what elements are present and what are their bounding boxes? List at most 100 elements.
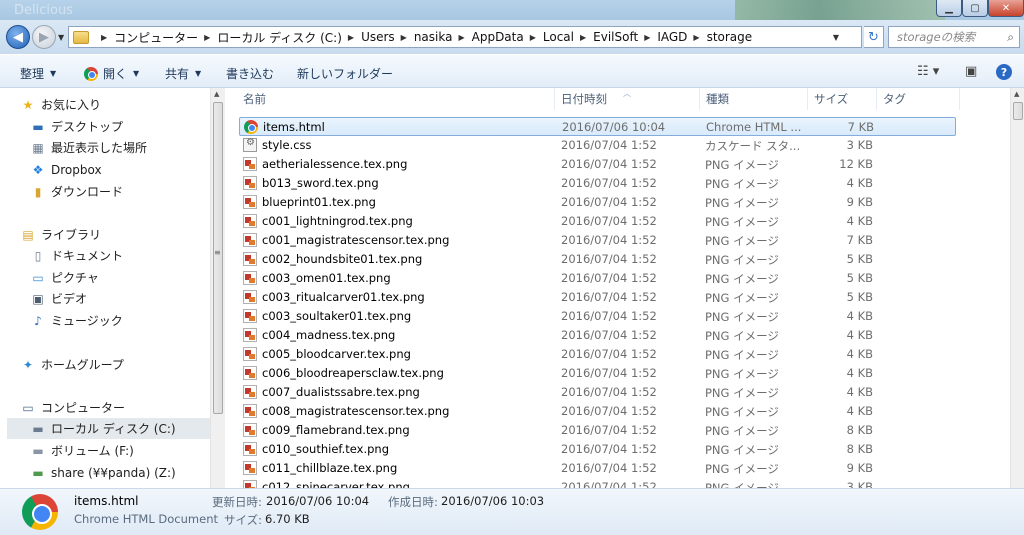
refresh-icon[interactable]: ↻ xyxy=(864,26,884,48)
open-button[interactable]: 開く ▼ xyxy=(84,65,139,82)
organize-button[interactable]: 整理 ▼ xyxy=(20,65,56,82)
nav-pictures[interactable]: ▭ ピクチャ xyxy=(30,267,210,288)
nav-share-z[interactable]: ▬ share (¥¥panda) (Z:) xyxy=(30,462,210,483)
burn-button[interactable]: 書き込む xyxy=(226,65,274,82)
details-created-value: 2016/07/06 10:03 xyxy=(441,494,545,508)
file-row[interactable]: c003_soultaker01.tex.png 2016/07/04 1:52 P… xyxy=(239,307,956,326)
file-row[interactable]: c003_omen01.tex.png 2016/07/04 1:52 PNG イメ… xyxy=(239,269,956,288)
file-type: PNG イメージ xyxy=(705,443,779,457)
file-row[interactable]: c010_southief.tex.png 2016/07/04 1:52 PNG … xyxy=(239,440,956,459)
png-file-icon xyxy=(243,214,257,228)
nav-music[interactable]: ♪ ミュージック xyxy=(30,310,210,331)
music-icon: ♪ xyxy=(34,313,42,328)
file-row[interactable]: c006_bloodreapersclaw.tex.png 2016/07/04 … xyxy=(239,364,956,383)
file-date: 2016/07/04 1:52 xyxy=(561,366,657,380)
nav-favorites[interactable]: ★ お気に入り xyxy=(20,94,210,115)
breadcrumb-appdata[interactable]: AppData ▶ xyxy=(472,30,543,44)
file-row[interactable]: c008_magistratescensor.tex.png 2016/07/04… xyxy=(239,402,956,421)
file-list-scroll-thumb[interactable] xyxy=(1013,102,1023,120)
back-button[interactable]: ◀ xyxy=(6,25,30,49)
share-button[interactable]: 共有 ▼ xyxy=(165,65,201,82)
nav-scroll-thumb[interactable] xyxy=(213,102,223,414)
minimize-button[interactable]: ▁ xyxy=(936,0,962,17)
file-row[interactable]: c003_ritualcarver01.tex.png 2016/07/04 1:… xyxy=(239,288,956,307)
close-button[interactable]: ✕ xyxy=(988,0,1024,17)
png-file-icon xyxy=(243,233,257,247)
breadcrumb-users[interactable]: Users ▶ xyxy=(361,30,414,44)
nav-computer[interactable]: ▭ コンピューター xyxy=(20,397,210,418)
breadcrumb-iagd[interactable]: IAGD ▶ xyxy=(657,30,706,44)
address-bar[interactable]: ▶ コンピューター ▶ ローカル ディスク (C:) ▶ Users ▶ nasika… xyxy=(68,26,862,48)
address-history-dropdown-icon[interactable]: ▼ xyxy=(833,33,839,42)
nav-desktop[interactable]: ▬ デスクトップ xyxy=(30,116,210,137)
nav-libraries[interactable]: ▤ ライブラリ xyxy=(20,224,210,245)
nav-documents[interactable]: ▯ ドキュメント xyxy=(30,245,210,266)
breadcrumb-local[interactable]: Local ▶ xyxy=(543,30,593,44)
details-pane: items.html Chrome HTML Document 更新日時: 20… xyxy=(0,488,1024,535)
file-row[interactable]: c004_madness.tex.png 2016/07/04 1:52 PNG イ… xyxy=(239,326,956,345)
recent-pages-dropdown-icon[interactable]: ▼ xyxy=(58,33,64,42)
file-row[interactable]: c012_spinecarver.tex.png 2016/07/04 1:52 P… xyxy=(239,478,956,488)
column-header-name[interactable]: 名前 xyxy=(237,88,555,110)
file-name: c009_flamebrand.tex.png xyxy=(262,423,410,437)
file-row[interactable]: c001_magistratescensor.tex.png 2016/07/04… xyxy=(239,231,956,250)
file-row[interactable]: aetherialessence.tex.png 2016/07/04 1:52 P… xyxy=(239,155,956,174)
nav-downloads[interactable]: ▮ ダウンロード xyxy=(30,181,210,202)
column-header-type[interactable]: 種類 xyxy=(700,88,808,110)
breadcrumb-nasika[interactable]: nasika ▶ xyxy=(414,30,472,44)
file-name: c004_madness.tex.png xyxy=(262,328,396,342)
breadcrumb-storage[interactable]: storage xyxy=(707,30,753,44)
window-titlebar[interactable]: Delicious ▁ ▢ ✕ xyxy=(0,0,1024,20)
nav-homegroup[interactable]: ✦ ホームグループ xyxy=(20,354,210,375)
preview-pane-icon[interactable]: ▣ xyxy=(965,64,977,79)
help-icon[interactable]: ? xyxy=(996,64,1012,80)
nav-volume-f[interactable]: ▬ ボリューム (F:) xyxy=(30,440,210,461)
css-file-icon xyxy=(243,138,257,152)
file-name: c011_chillblaze.tex.png xyxy=(262,461,398,475)
nav-videos[interactable]: ▣ ビデオ xyxy=(30,288,210,309)
breadcrumb-evilsoft[interactable]: EvilSoft ▶ xyxy=(593,30,657,44)
breadcrumb-root[interactable]: ▶ xyxy=(95,33,114,42)
file-row[interactable]: c007_dualistssabre.tex.png 2016/07/04 1:5… xyxy=(239,383,956,402)
file-list-scrollbar[interactable]: ▲ xyxy=(1010,88,1024,488)
file-date: 2016/07/04 1:52 xyxy=(561,404,657,418)
file-row[interactable]: c001_lightningrod.tex.png 2016/07/04 1:52… xyxy=(239,212,956,231)
file-date: 2016/07/04 1:52 xyxy=(561,233,657,247)
file-row[interactable]: style.css 2016/07/04 1:52 カスケード スタ... 3 KB xyxy=(239,136,956,155)
file-row[interactable]: c011_chillblaze.tex.png 2016/07/04 1:52 PN… xyxy=(239,459,956,478)
new-folder-button[interactable]: 新しいフォルダー xyxy=(297,65,393,82)
homegroup-icon: ✦ xyxy=(22,357,34,372)
documents-icon: ▯ xyxy=(34,248,42,263)
file-row[interactable]: c005_bloodcarver.tex.png 2016/07/04 1:52 P… xyxy=(239,345,956,364)
nav-local-disk[interactable]: ▬ ローカル ディスク (C:) xyxy=(7,418,210,439)
breadcrumb-local-disk[interactable]: ローカル ディスク (C:) ▶ xyxy=(217,29,361,46)
png-file-icon xyxy=(243,271,257,285)
file-type: PNG イメージ xyxy=(705,424,779,438)
column-header-tags[interactable]: タグ xyxy=(877,88,960,110)
file-type: PNG イメージ xyxy=(705,158,779,172)
file-row[interactable]: items.html 2016/07/06 10:04 Chrome HTML ..… xyxy=(239,117,956,136)
nav-dropbox[interactable]: ❖ Dropbox xyxy=(30,159,210,180)
nav-scrollbar[interactable]: ▲ ≡ xyxy=(210,88,225,488)
network-drive-icon: ▬ xyxy=(32,465,44,480)
maximize-button[interactable]: ▢ xyxy=(962,0,988,17)
library-icon: ▤ xyxy=(22,227,34,242)
forward-button[interactable]: ▶ xyxy=(32,25,56,49)
breadcrumb-computer[interactable]: コンピューター ▶ xyxy=(114,29,217,46)
file-name-cell: c004_madness.tex.png xyxy=(243,328,553,342)
file-type: PNG イメージ xyxy=(705,405,779,419)
column-header-size[interactable]: サイズ xyxy=(808,88,877,110)
file-name: b013_sword.tex.png xyxy=(262,176,379,190)
search-input[interactable]: storageの検索 ⌕ xyxy=(888,26,1020,48)
nav-recent-places[interactable]: ▦ 最近表示した場所 xyxy=(30,137,210,158)
file-row[interactable]: blueprint01.tex.png 2016/07/04 1:52 PNG イメ… xyxy=(239,193,956,212)
file-date: 2016/07/04 1:52 xyxy=(561,423,657,437)
chrome-icon xyxy=(84,66,98,81)
png-file-icon xyxy=(243,309,257,323)
file-row[interactable]: c002_houndsbite01.tex.png 2016/07/04 1:52… xyxy=(239,250,956,269)
file-name: c008_magistratescensor.tex.png xyxy=(262,404,450,418)
view-options-icon[interactable]: ☷ ▾ xyxy=(917,64,939,79)
file-name-cell: items.html xyxy=(244,120,554,134)
file-row[interactable]: b013_sword.tex.png 2016/07/04 1:52 PNG イメー… xyxy=(239,174,956,193)
file-row[interactable]: c009_flamebrand.tex.png 2016/07/04 1:52 PN… xyxy=(239,421,956,440)
